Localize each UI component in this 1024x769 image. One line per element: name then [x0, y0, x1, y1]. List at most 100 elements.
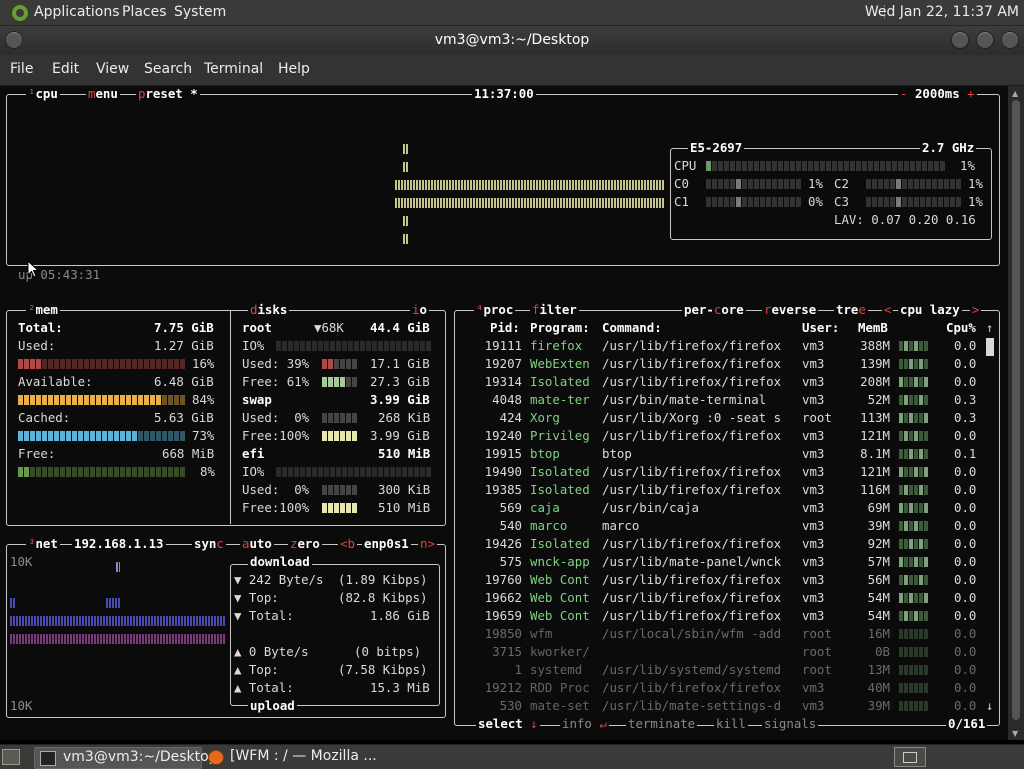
proc-cell-mem: 121M — [860, 428, 890, 443]
core-c1-label: C1 — [674, 194, 689, 209]
proc-cpu-sparkline — [899, 431, 928, 441]
net-sync-toggle[interactable]: sync — [192, 535, 226, 553]
proc-cell-program: RDD Proc — [530, 680, 590, 695]
proc-cpu-sparkline — [899, 485, 928, 495]
cpu-menu-button[interactable]: menu — [86, 86, 120, 103]
menu-file[interactable]: File — [10, 61, 33, 77]
io-tab[interactable]: io — [410, 301, 429, 319]
disks-tab[interactable]: disks — [248, 301, 290, 319]
net-next-iface[interactable]: n> — [418, 535, 437, 553]
proc-scroll-up-icon[interactable]: ↑ — [986, 319, 993, 337]
core-c0-label: C0 — [674, 176, 689, 191]
close-button[interactable] — [1001, 31, 1019, 49]
proc-reverse-toggle[interactable]: reverse — [762, 301, 819, 319]
proc-sort-next[interactable]: > — [970, 301, 982, 319]
proc-select[interactable]: select ↓ — [476, 715, 540, 733]
proc-cell-mem: 56M — [867, 572, 890, 587]
cpu-preset-button[interactable]: preset * — [136, 86, 200, 103]
menu-terminal[interactable]: Terminal — [204, 61, 263, 77]
menu-help[interactable]: Help — [278, 61, 310, 77]
disk-swap-used: 268 KiB — [378, 410, 431, 425]
scroll-up-arrow-icon[interactable]: ▲ — [1012, 89, 1018, 98]
top-panel: Applications Places System Wed Jan 22, 1… — [0, 0, 1024, 26]
proc-cell-pid: 19111 — [484, 338, 522, 353]
proc-cpu-sparkline — [899, 557, 928, 567]
net-tab[interactable]: ³net — [26, 535, 60, 553]
disk-efi-used-bar — [322, 485, 357, 495]
col-program[interactable]: Program: — [530, 319, 590, 337]
col-command[interactable]: Command: — [602, 319, 662, 337]
taskbar-item-firefox[interactable]: [WFM : / — Mozilla ... — [204, 747, 404, 767]
proc-per-core-toggle[interactable]: per-core — [682, 301, 746, 319]
net-zero-button[interactable]: zero — [288, 535, 322, 553]
cpu-interval[interactable]: - 2000ms + — [898, 86, 977, 103]
menu-view[interactable]: View — [96, 61, 129, 77]
proc-filter-button[interactable]: filter — [530, 301, 579, 319]
proc-cell-program: Web Cont — [530, 590, 590, 605]
proc-sort-prev[interactable]: < — [882, 301, 894, 319]
proc-cell-cpu: 0.0 — [954, 608, 977, 623]
core-c0-pct: 1% — [808, 176, 823, 191]
proc-cell-mem: 388M — [860, 338, 890, 353]
proc-kill-button[interactable]: kill — [714, 715, 748, 733]
proc-cell-user: root — [802, 626, 832, 641]
proc-tree-toggle[interactable]: tree — [834, 301, 868, 319]
places-menu[interactable]: Places — [122, 4, 167, 20]
clock[interactable]: Wed Jan 22, 11:37 AM — [865, 4, 1019, 20]
col-cpu[interactable]: Cpu% — [946, 319, 976, 337]
terminal-scrollbar-thumb[interactable] — [1012, 100, 1020, 720]
proc-cell-command: /usr/lib/mate-panel/wnck — [602, 554, 782, 569]
menu-search[interactable]: Search — [144, 61, 192, 77]
net-auto-toggle[interactable]: auto — [240, 535, 274, 553]
taskbar-item-terminal[interactable]: vm3@vm3:~/Desktop — [34, 747, 218, 769]
proc-cell-pid: 569 — [499, 500, 522, 515]
mem-used-bar — [18, 359, 185, 369]
net-graph-spike — [116, 562, 120, 572]
proc-cell-mem: 92M — [867, 536, 890, 551]
taskbar-item-label: vm3@vm3:~/Desktop — [63, 749, 218, 765]
proc-cell-command: btop — [602, 446, 632, 461]
proc-cell-user: vm3 — [802, 500, 825, 515]
mem-tab[interactable]: ²mem — [26, 301, 60, 319]
terminal-scrollbar[interactable]: ▲ ▼ — [1008, 86, 1024, 740]
mem-cached-pct: 73% — [192, 428, 215, 443]
proc-cell-cpu: 0.0 — [954, 500, 977, 515]
proc-cpu-sparkline — [899, 377, 928, 387]
net-scale-bottom: 10K — [10, 698, 33, 713]
proc-cell-cpu: 0.0 — [954, 428, 977, 443]
proc-cpu-sparkline — [899, 395, 928, 405]
col-user[interactable]: User: — [802, 319, 839, 337]
proc-tab[interactable]: ⁴proc — [474, 301, 516, 319]
proc-cell-user: vm3 — [802, 608, 825, 623]
proc-scrollbar-thumb[interactable] — [986, 338, 994, 356]
proc-cell-command: /usr/bin/mate-terminal — [602, 392, 767, 407]
cpu-tab[interactable]: ¹cpu — [26, 86, 60, 103]
mate-logo-icon[interactable] — [11, 4, 29, 22]
proc-scroll-down-icon[interactable]: ↓ — [986, 697, 993, 715]
proc-signals-button[interactable]: signals — [762, 715, 819, 733]
menu-edit[interactable]: Edit — [52, 61, 79, 77]
workspace-switcher[interactable] — [894, 747, 926, 767]
show-desktop-icon[interactable] — [2, 749, 20, 765]
col-mem[interactable]: MemB — [858, 319, 888, 337]
col-pid[interactable]: Pid: — [490, 319, 520, 337]
minimize-button[interactable] — [951, 31, 969, 49]
system-menu[interactable]: System — [174, 4, 226, 20]
applications-menu[interactable]: Applications — [34, 4, 120, 20]
download-total: 1.86 GiB — [370, 608, 430, 623]
proc-cell-program: Web Cont — [530, 572, 590, 587]
proc-cell-user: vm3 — [802, 680, 825, 695]
core-c3-bar — [866, 197, 961, 207]
proc-terminate-button[interactable]: terminate — [626, 715, 698, 733]
mem-free-value: 668 MiB — [162, 446, 215, 461]
scroll-down-arrow-icon[interactable]: ▼ — [1012, 729, 1018, 738]
maximize-button[interactable] — [976, 31, 994, 49]
proc-cell-command: /usr/lib/firefox/firefox — [602, 374, 782, 389]
net-prev-iface[interactable]: <b — [338, 535, 357, 553]
proc-info-button[interactable]: info ↵ — [560, 715, 609, 733]
cpu-total-label: CPU — [674, 158, 697, 173]
workspace-icon — [903, 752, 917, 763]
proc-cell-cpu: 0.3 — [954, 410, 977, 425]
terminal-area[interactable]: ¹cpu menu preset * 11:37:00 - 2000ms + u… — [0, 86, 1008, 740]
window-titlebar[interactable]: vm3@vm3:~/Desktop — [0, 26, 1024, 55]
